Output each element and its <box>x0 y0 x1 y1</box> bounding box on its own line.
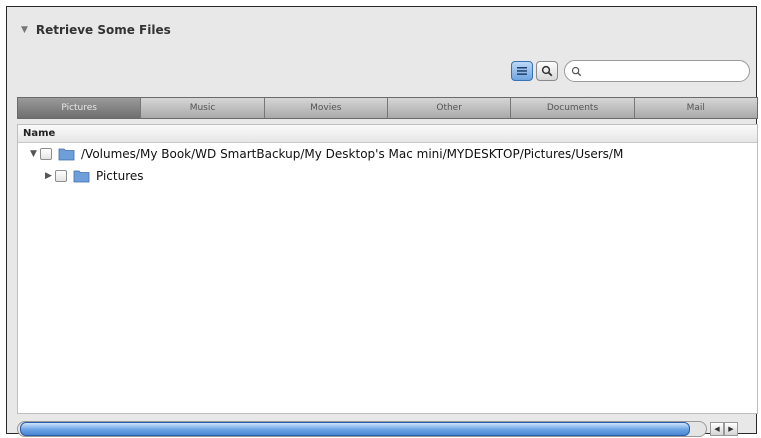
list-item-label: /Volumes/My Book/WD SmartBackup/My Deskt… <box>81 147 624 161</box>
list-view-button[interactable] <box>511 61 533 81</box>
retrieve-files-panel: ▼ Retrieve Some Files Pictures Music Mov… <box>6 6 758 437</box>
name-column-header[interactable]: Name <box>18 125 757 143</box>
list-view-icon <box>517 67 527 75</box>
scroll-right-button[interactable]: ▶ <box>724 422 738 436</box>
scroll-arrows: ◀ ▶ <box>710 422 738 436</box>
search-toggle-button[interactable] <box>536 61 558 81</box>
tab-other[interactable]: Other <box>387 98 512 118</box>
tab-mail[interactable]: Mail <box>634 98 757 118</box>
panel-header[interactable]: ▼ Retrieve Some Files <box>21 21 171 39</box>
scrollbar-track[interactable] <box>17 421 707 437</box>
list-item[interactable]: ▼ /Volumes/My Book/WD SmartBackup/My Des… <box>18 143 757 165</box>
scrollbar-thumb[interactable] <box>20 422 690 436</box>
file-list: Name ▼ /Volumes/My Book/WD SmartBackup/M… <box>17 124 758 414</box>
search-icon <box>571 66 582 76</box>
collapsed-triangle-icon[interactable]: ▶ <box>45 171 55 181</box>
tab-pictures[interactable]: Pictures <box>18 98 142 118</box>
search-input[interactable] <box>586 63 740 79</box>
disclosure-triangle-icon[interactable]: ▼ <box>21 25 28 35</box>
magnifier-icon <box>541 65 553 77</box>
horizontal-scrollbar[interactable]: ◀ ▶ <box>17 420 758 438</box>
list-item-label: Pictures <box>96 169 144 183</box>
list-item[interactable]: ▶ Pictures <box>18 165 757 187</box>
select-checkbox[interactable] <box>55 170 67 182</box>
name-column-label: Name <box>23 128 56 139</box>
expanded-triangle-icon[interactable]: ▼ <box>30 149 40 159</box>
tab-music[interactable]: Music <box>141 98 265 118</box>
select-checkbox[interactable] <box>40 148 52 160</box>
tab-movies[interactable]: Movies <box>264 98 388 118</box>
folder-icon <box>73 170 90 183</box>
scroll-left-button[interactable]: ◀ <box>710 422 724 436</box>
tab-documents[interactable]: Documents <box>511 98 635 118</box>
category-tabs: Pictures Music Movies Other Documents Ma… <box>17 97 758 119</box>
panel-title: Retrieve Some Files <box>35 23 171 37</box>
search-toolbar <box>511 59 750 83</box>
folder-icon <box>58 148 75 161</box>
search-field[interactable] <box>564 60 750 82</box>
